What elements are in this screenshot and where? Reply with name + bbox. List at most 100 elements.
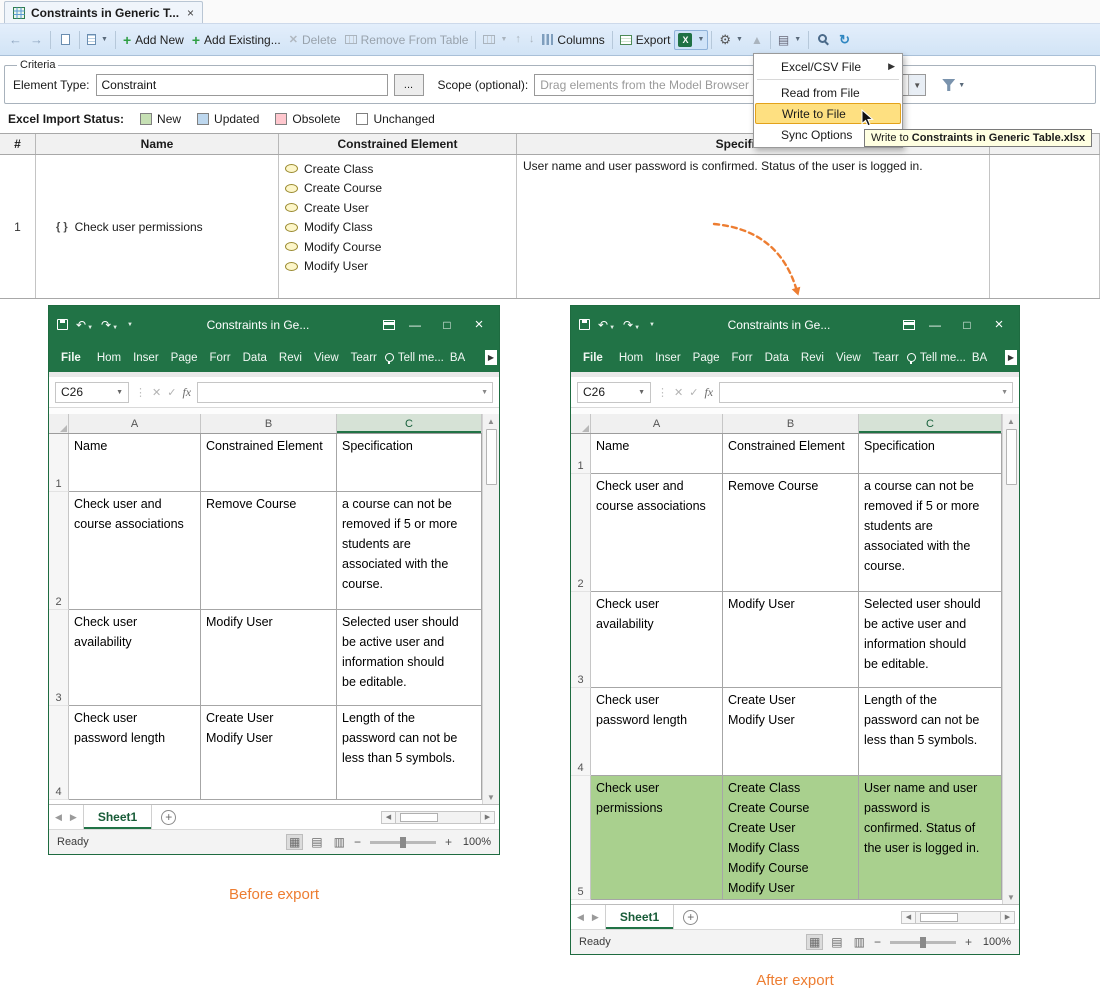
next-sheet-icon[interactable]: ▶ bbox=[592, 912, 599, 923]
tell-me-box[interactable]: Tell me... bbox=[385, 352, 444, 364]
customize-qat-icon[interactable]: ▼ bbox=[648, 322, 655, 328]
column-header-a[interactable]: A bbox=[591, 414, 723, 433]
ribbon-overflow-icon[interactable]: ▶ bbox=[1005, 350, 1017, 365]
ribbon-tab-ba[interactable]: BA bbox=[966, 352, 993, 364]
ribbon-tab-forr[interactable]: Forr bbox=[204, 352, 237, 364]
row-header-4[interactable]: 4 bbox=[571, 688, 591, 776]
constrained-element-item[interactable]: Create Class bbox=[285, 159, 516, 179]
cell-B2[interactable]: Remove Course bbox=[723, 474, 859, 592]
ribbon-overflow-icon[interactable]: ▶ bbox=[485, 350, 497, 365]
cancel-entry-icon[interactable]: ✕ bbox=[674, 386, 683, 399]
zoom-in-icon[interactable]: + bbox=[445, 836, 452, 848]
collapse-toolbar-button[interactable]: ▲ bbox=[747, 31, 767, 49]
excel-sync-button[interactable]: X▼ bbox=[674, 30, 708, 50]
zoom-out-icon[interactable]: − bbox=[354, 836, 361, 848]
cell-C4[interactable]: Length of the password can not be less t… bbox=[859, 688, 1002, 776]
ribbon-tab-page[interactable]: Page bbox=[687, 352, 726, 364]
report-button[interactable]: ▼ bbox=[83, 31, 112, 48]
column-header-b[interactable]: B bbox=[723, 414, 859, 433]
close-button[interactable]: × bbox=[467, 317, 491, 332]
ribbon-tab-view[interactable]: View bbox=[830, 352, 867, 364]
ribbon-tab-revi[interactable]: Revi bbox=[273, 352, 308, 364]
ribbon-tab-data[interactable]: Data bbox=[237, 352, 273, 364]
column-header-c[interactable]: C bbox=[859, 414, 1002, 433]
ribbon-tab-tearr[interactable]: Tearr bbox=[345, 352, 383, 364]
back-button[interactable]: ← bbox=[5, 30, 26, 49]
cell-C1[interactable]: Specification bbox=[859, 434, 1002, 474]
ribbon-tab-inser[interactable]: Inser bbox=[649, 352, 687, 364]
constrained-element-cell[interactable]: Create ClassCreate CourseCreate UserModi… bbox=[279, 155, 517, 298]
name-box[interactable]: C26▼ bbox=[55, 382, 129, 403]
tell-me-box[interactable]: Tell me... bbox=[907, 352, 966, 364]
customize-qat-icon[interactable]: ▼ bbox=[126, 322, 133, 328]
column-header-a[interactable]: A bbox=[69, 414, 201, 433]
forward-button[interactable]: → bbox=[26, 30, 47, 49]
name-box[interactable]: C26▼ bbox=[577, 382, 651, 403]
save-icon[interactable] bbox=[579, 319, 590, 330]
vertical-scrollbar[interactable]: ▲ ▼ bbox=[1002, 414, 1019, 904]
confirm-entry-icon[interactable]: ✓ bbox=[167, 386, 176, 399]
move-up-button[interactable]: ↑ bbox=[511, 31, 525, 48]
close-button[interactable]: × bbox=[987, 317, 1011, 332]
cell-operations-button[interactable]: ▼ bbox=[479, 32, 511, 47]
zoom-slider-thumb[interactable] bbox=[400, 837, 406, 848]
normal-view-icon[interactable]: ▦ bbox=[807, 935, 822, 949]
horizontal-scrollbar-track[interactable] bbox=[396, 811, 480, 824]
next-sheet-icon[interactable]: ▶ bbox=[70, 812, 77, 823]
horizontal-scrollbar[interactable]: ◀ ▶ bbox=[901, 911, 1015, 924]
redo-button[interactable]: ↷▼ bbox=[101, 319, 118, 331]
column-header-name[interactable]: Name bbox=[36, 134, 279, 154]
document-tab[interactable]: Constraints in Generic T... × bbox=[4, 1, 203, 23]
import-status-obsolete[interactable]: Obsolete bbox=[275, 112, 340, 126]
page-layout-view-icon[interactable]: ▤ bbox=[309, 835, 324, 849]
ribbon-tab-forr[interactable]: Forr bbox=[726, 352, 759, 364]
cell-B5[interactable]: Create Class Create Course Create User M… bbox=[723, 776, 859, 900]
horizontal-scrollbar-track[interactable] bbox=[916, 911, 1000, 924]
cell-B1[interactable]: Constrained Element bbox=[201, 434, 337, 492]
cell-A2[interactable]: Check user and course associations bbox=[69, 492, 201, 610]
horizontal-scrollbar-thumb[interactable] bbox=[920, 913, 958, 922]
cell-C4[interactable]: Length of the password can not be less t… bbox=[337, 706, 482, 800]
save-icon[interactable] bbox=[57, 319, 68, 330]
ribbon-tab-hom[interactable]: Hom bbox=[91, 352, 127, 364]
scroll-down-icon[interactable]: ▼ bbox=[1007, 890, 1015, 904]
row-header-2[interactable]: 2 bbox=[571, 474, 591, 592]
menu-item-write-to-file[interactable]: Write to File bbox=[755, 103, 901, 124]
scroll-down-icon[interactable]: ▼ bbox=[487, 790, 495, 804]
minimize-button[interactable]: — bbox=[923, 319, 947, 331]
add-existing-button[interactable]: +Add Existing... bbox=[188, 30, 285, 50]
formula-input[interactable]: ▼ bbox=[197, 382, 493, 403]
cell-C2[interactable]: a course can not be removed if 5 or more… bbox=[859, 474, 1002, 592]
scroll-up-icon[interactable]: ▲ bbox=[1007, 414, 1015, 428]
constrained-element-item[interactable]: Create User bbox=[285, 198, 516, 218]
ribbon-tab-inser[interactable]: Inser bbox=[127, 352, 165, 364]
ribbon-tab-file[interactable]: File bbox=[51, 352, 91, 364]
scroll-up-icon[interactable]: ▲ bbox=[487, 414, 495, 428]
horizontal-scrollbar-thumb[interactable] bbox=[400, 813, 438, 822]
new-sheet-button[interactable]: + bbox=[683, 910, 698, 925]
zoom-slider[interactable] bbox=[890, 941, 956, 944]
ribbon-tab-ba[interactable]: BA bbox=[444, 352, 471, 364]
cell-B4[interactable]: Create User Modify User bbox=[723, 688, 859, 776]
scroll-left-icon[interactable]: ◀ bbox=[381, 811, 396, 824]
column-header-number[interactable]: # bbox=[0, 134, 36, 154]
cell-B3[interactable]: Modify User bbox=[723, 592, 859, 688]
vertical-scrollbar-thumb[interactable] bbox=[486, 429, 497, 485]
sheet-tab[interactable]: Sheet1 bbox=[83, 805, 152, 829]
ribbon-tab-hom[interactable]: Hom bbox=[613, 352, 649, 364]
sheet-nav-arrows[interactable]: ◀▶ bbox=[571, 912, 605, 923]
redo-button[interactable]: ↷▼ bbox=[623, 319, 640, 331]
move-down-button[interactable]: ↓ bbox=[525, 31, 539, 48]
formula-input[interactable]: ▼ bbox=[719, 382, 1013, 403]
element-type-field[interactable] bbox=[96, 74, 388, 96]
filter-button[interactable]: ▼ bbox=[942, 79, 965, 91]
page-break-view-icon[interactable]: ▥ bbox=[852, 935, 867, 949]
export-button[interactable]: Export bbox=[616, 30, 675, 50]
table-row[interactable]: 1 { } Check user permissions Create Clas… bbox=[0, 155, 1100, 299]
new-sheet-button[interactable]: + bbox=[161, 810, 176, 825]
zoom-level[interactable]: 100% bbox=[979, 936, 1011, 948]
search-button[interactable] bbox=[812, 31, 835, 48]
cell-A3[interactable]: Check user availability bbox=[69, 610, 201, 706]
cell-A1[interactable]: Name bbox=[591, 434, 723, 474]
cell-C2[interactable]: a course can not be removed if 5 or more… bbox=[337, 492, 482, 610]
